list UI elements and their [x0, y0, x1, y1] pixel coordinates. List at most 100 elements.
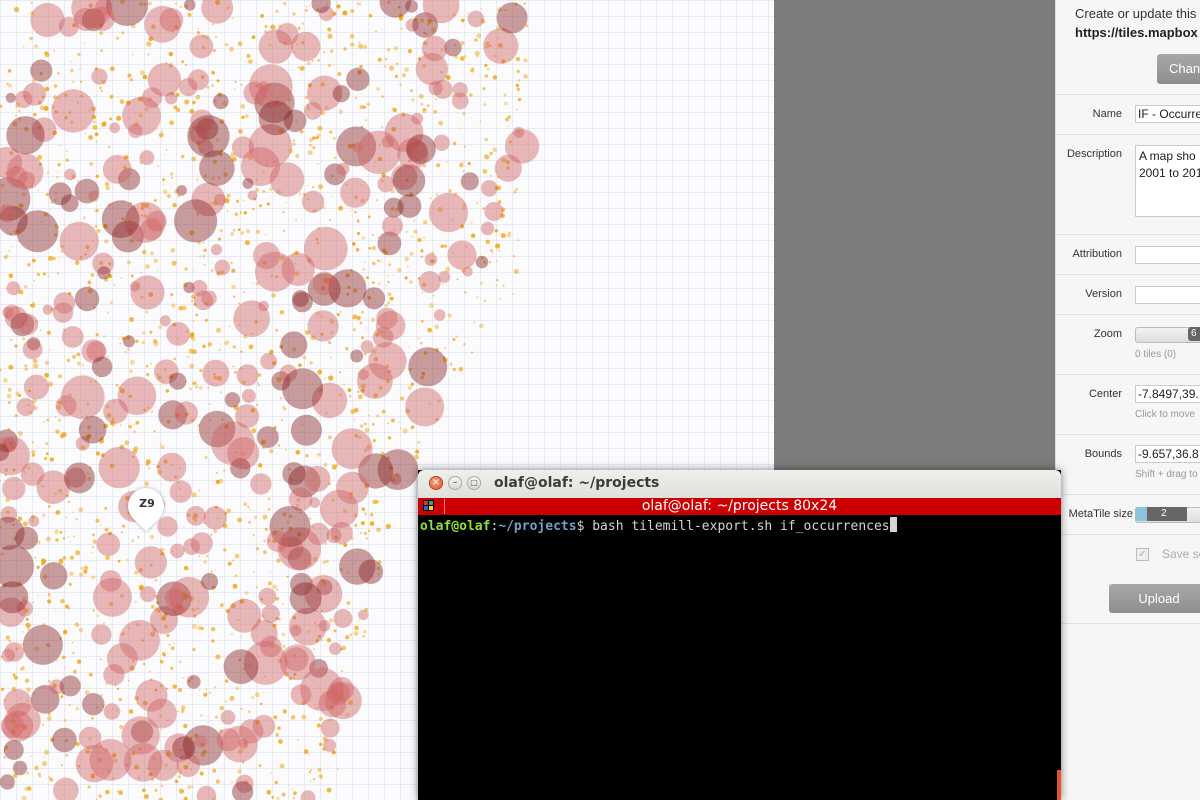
occurrence-point — [78, 507, 84, 513]
occurrence-point — [117, 97, 120, 99]
occurrence-point — [384, 58, 388, 61]
occurrence-circle — [28, 515, 40, 527]
occurrence-circle — [201, 0, 234, 24]
occurrence-point — [219, 391, 223, 394]
occurrence-point — [184, 267, 188, 271]
occurrence-point — [417, 440, 421, 444]
occurrence-circle — [74, 286, 100, 312]
occurrence-point — [63, 563, 66, 566]
occurrence-point — [312, 145, 316, 150]
occurrence-point — [213, 49, 216, 52]
occurrence-point — [291, 788, 293, 790]
save-settings-checkbox[interactable]: ✓ — [1136, 548, 1149, 561]
occurrence-point — [25, 617, 29, 621]
minimize-icon[interactable]: – — [448, 476, 462, 490]
occurrence-point — [248, 520, 252, 524]
occurrence-circle — [438, 271, 451, 283]
panel-divider — [1056, 623, 1200, 625]
occurrence-circle — [428, 80, 443, 96]
occurrence-point — [8, 401, 11, 404]
occurrence-point — [470, 221, 473, 224]
occurrence-circle — [55, 395, 77, 417]
occurrence-point — [174, 779, 179, 784]
occurrence-point — [327, 33, 333, 39]
change-button[interactable]: Chang — [1157, 54, 1200, 84]
attribution-input[interactable] — [1135, 246, 1200, 264]
occurrence-point — [301, 22, 305, 25]
occurrence-point — [496, 279, 499, 282]
bounds-input[interactable]: -9.657,36.8 — [1135, 445, 1200, 463]
name-input[interactable]: IF - Occurre — [1135, 105, 1200, 123]
occurrence-point — [434, 324, 440, 330]
occurrence-point — [404, 276, 408, 280]
occurrence-point — [349, 395, 352, 398]
occurrence-point — [210, 570, 213, 573]
occurrence-point — [352, 328, 356, 332]
occurrence-point — [350, 9, 355, 13]
upload-button[interactable]: Upload — [1109, 584, 1200, 613]
metatile-slider[interactable]: 2 — [1135, 507, 1200, 523]
occurrence-point — [264, 527, 268, 531]
occurrence-circle — [196, 785, 217, 800]
occurrence-point — [270, 24, 276, 30]
terminal-titlebar[interactable]: × – □ olaf@olaf: ~/projects — [418, 470, 1061, 498]
occurrence-point — [293, 791, 297, 796]
close-icon[interactable]: × — [429, 476, 443, 490]
occurrence-point — [277, 726, 281, 730]
occurrence-point — [365, 119, 367, 122]
occurrence-point — [245, 591, 249, 595]
occurrence-point — [505, 117, 509, 122]
occurrence-point — [351, 242, 356, 246]
occurrence-point — [194, 384, 199, 389]
description-textarea[interactable]: A map sho 2001 to 201 — [1135, 145, 1200, 217]
occurrence-point — [473, 321, 476, 324]
occurrence-point — [164, 153, 166, 156]
occurrence-point — [232, 345, 237, 349]
center-input[interactable]: -7.8497,39. — [1135, 385, 1200, 403]
occurrence-circle — [170, 543, 185, 559]
occurrence-point — [264, 25, 268, 28]
terminal-command-line[interactable]: olaf@olaf:~/projects$ bash tilemill-expo… — [420, 517, 897, 534]
occurrence-point — [100, 89, 103, 92]
occurrence-point — [270, 771, 273, 774]
resize-handle[interactable] — [1057, 770, 1061, 800]
occurrence-point — [410, 89, 413, 93]
occurrence-point — [513, 269, 519, 274]
occurrence-point — [158, 325, 163, 330]
occurrence-point — [8, 83, 13, 88]
occurrence-point — [358, 43, 364, 49]
occurrence-point — [20, 666, 25, 671]
terminal-tab-header: olaf@olaf: ~/projects 80x24 — [418, 498, 1061, 515]
occurrence-point — [124, 440, 130, 446]
save-settings-label: Save se — [1162, 547, 1200, 561]
occurrence-point — [415, 449, 420, 454]
occurrence-point — [145, 459, 151, 465]
occurrence-point — [62, 537, 66, 540]
version-input[interactable] — [1135, 286, 1200, 304]
occurrence-point — [285, 448, 288, 451]
occurrence-circle — [106, 643, 138, 674]
occurrence-point — [17, 431, 23, 436]
occurrence-point — [516, 87, 520, 91]
occurrence-point — [297, 739, 300, 741]
occurrence-circle — [257, 426, 279, 448]
occurrence-point — [377, 259, 380, 262]
occurrence-circle — [141, 87, 163, 108]
zoom-slider[interactable]: 6 — [1135, 327, 1200, 343]
metatile-slider-handle[interactable] — [1147, 507, 1187, 521]
occurrence-point — [372, 234, 374, 236]
maximize-icon[interactable]: □ — [467, 476, 481, 490]
occurrence-point — [434, 98, 437, 100]
occurrence-circle — [59, 221, 99, 261]
occurrence-point — [489, 174, 492, 177]
terminal-window[interactable]: × – □ olaf@olaf: ~/projects olaf@olaf: ~… — [418, 470, 1061, 800]
occurrence-point — [91, 717, 94, 720]
occurrence-point — [476, 33, 482, 39]
occurrence-point — [197, 94, 200, 97]
occurrence-point — [502, 284, 505, 287]
occurrence-point — [381, 126, 384, 129]
occurrence-point — [66, 358, 71, 363]
occurrence-point — [3, 256, 7, 259]
zoom-level-marker[interactable]: Z9 — [120, 480, 172, 532]
occurrence-point — [371, 317, 376, 322]
